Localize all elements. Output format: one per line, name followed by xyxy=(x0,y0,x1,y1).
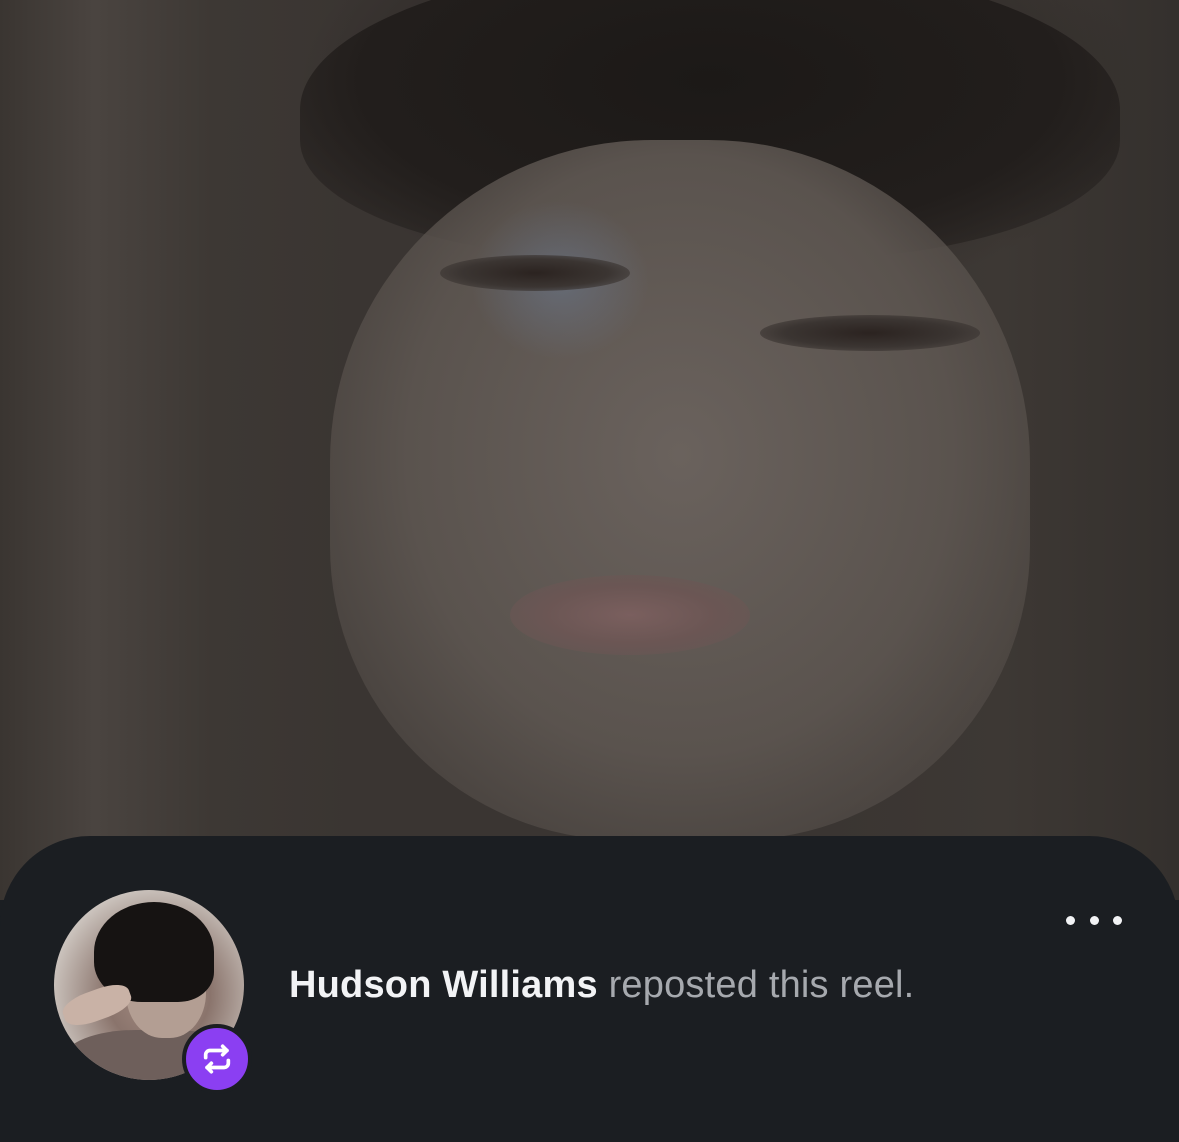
more-dot-2 xyxy=(1089,915,1099,925)
reel-frame-face xyxy=(330,140,1030,840)
repost-badge xyxy=(182,1024,252,1094)
reel-video[interactable] xyxy=(0,0,1179,900)
more-dot-1 xyxy=(1066,915,1075,925)
more-options-button[interactable] xyxy=(1066,908,1122,932)
repost-sheet: Hudson Williams reposted this reel. xyxy=(0,836,1179,1142)
more-dot-3 xyxy=(1113,915,1122,925)
reel-frame-mouth xyxy=(510,575,750,655)
avatar-container[interactable] xyxy=(54,890,252,1094)
repost-message: Hudson Williams reposted this reel. xyxy=(289,962,914,1008)
username-link[interactable]: Hudson Williams xyxy=(289,964,598,1006)
avatar-hand xyxy=(58,978,136,1032)
repost-action-text: reposted this reel. xyxy=(608,964,915,1006)
reel-frame-right-eye xyxy=(760,315,980,351)
reel-frame-left-eye xyxy=(440,255,630,291)
reel-screen: Hudson Williams reposted this reel. xyxy=(0,0,1179,1142)
repost-icon xyxy=(203,1044,231,1074)
